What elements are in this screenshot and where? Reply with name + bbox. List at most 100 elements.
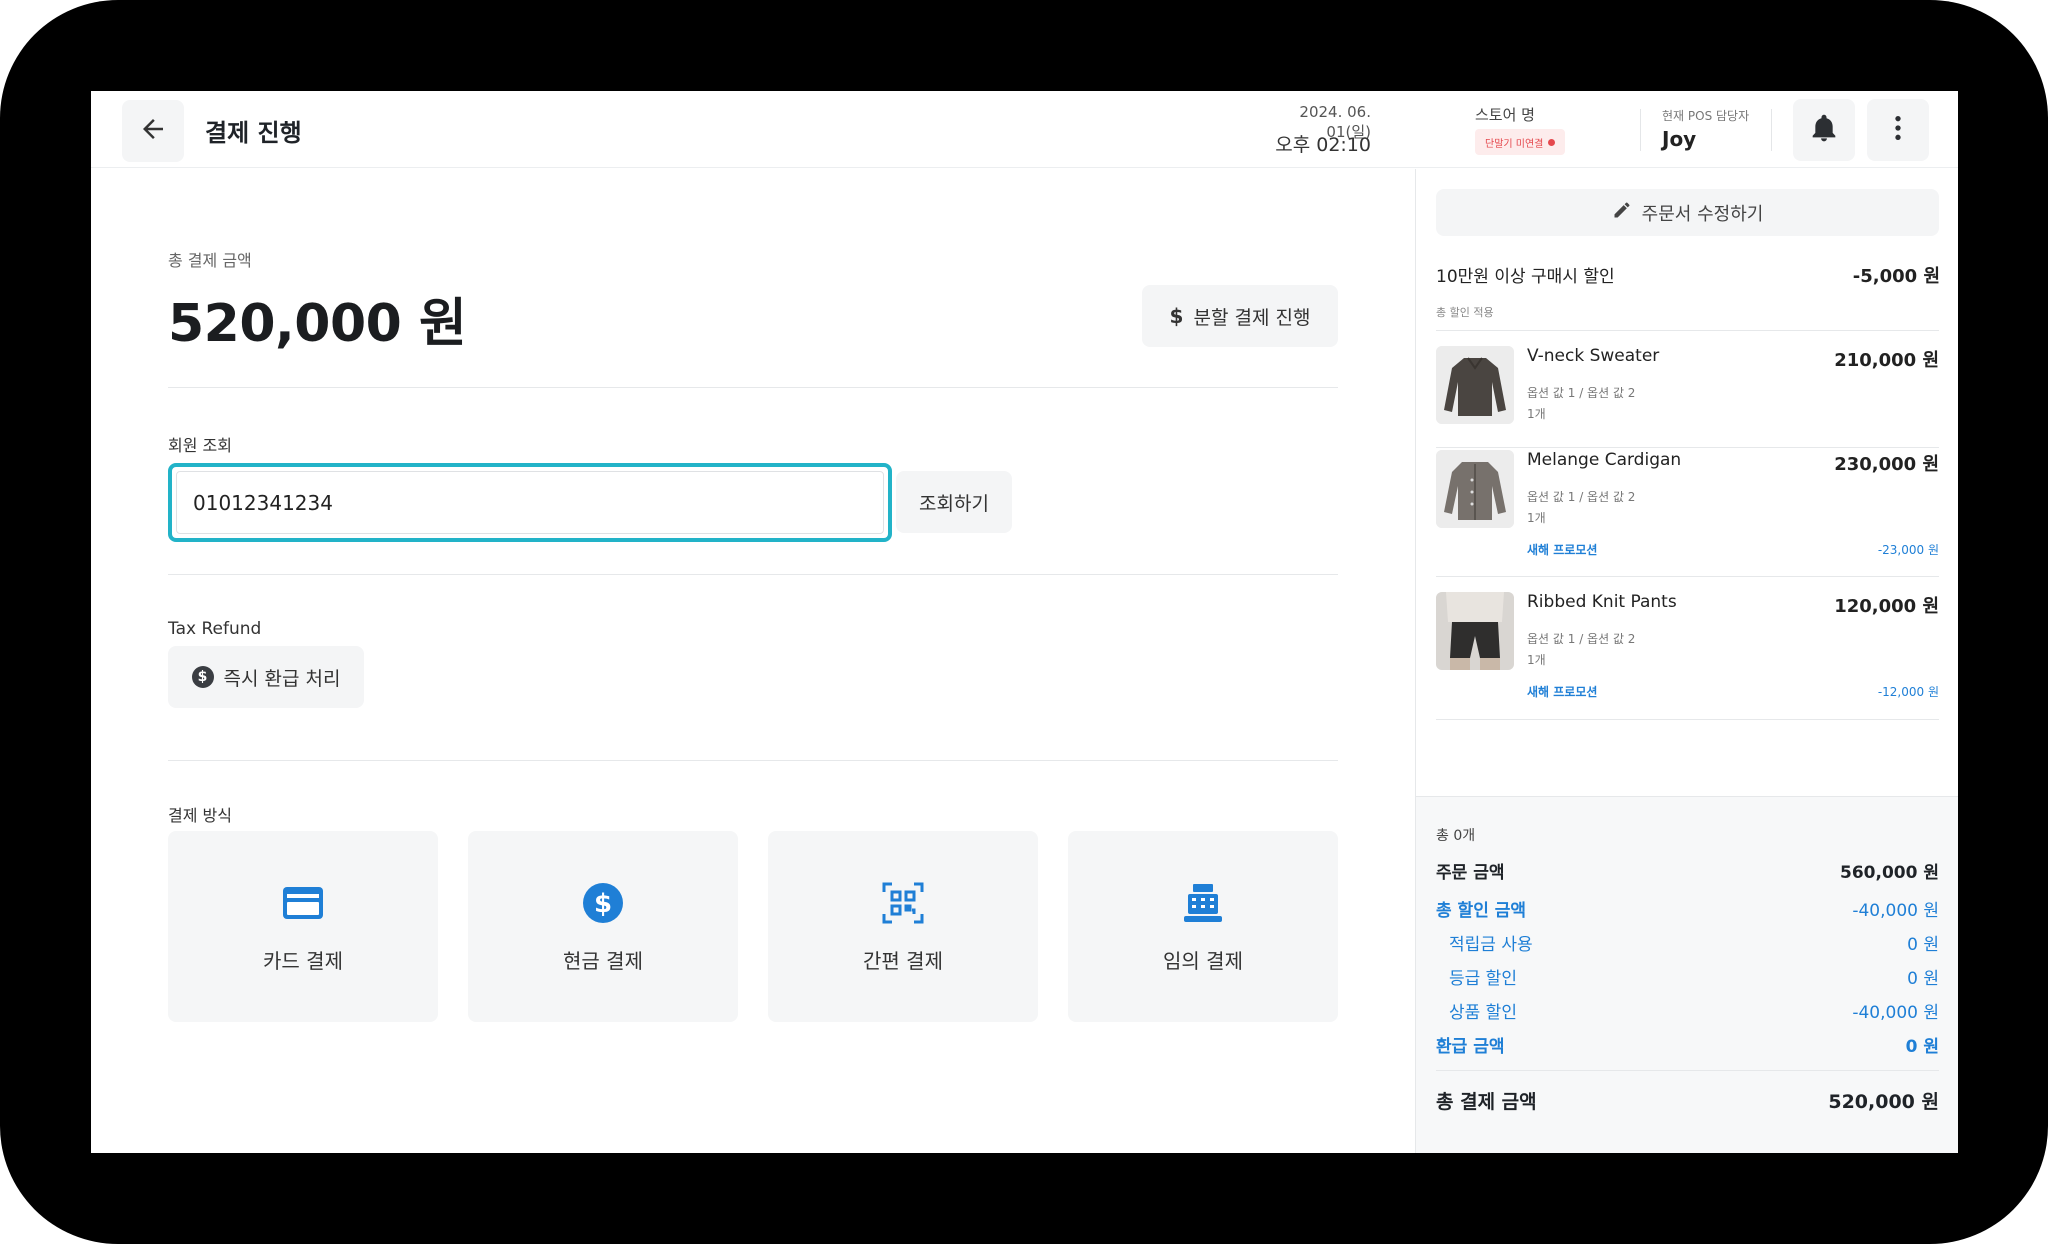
order-item[interactable]: Ribbed Knit Pants 120,000 원 옵션 값 1 / 옵션 … <box>1436 592 1939 700</box>
lookup-button[interactable]: 조회하기 <box>896 471 1012 533</box>
total-amount-label: 총 결제 금액 <box>168 251 252 270</box>
dollar-icon: $ <box>1169 304 1184 328</box>
terminal-status-badge: 단말기 미연결 <box>1475 129 1566 155</box>
points-value: 0 원 <box>1907 935 1939 955</box>
header-divider <box>1771 109 1772 151</box>
item-name: Ribbed Knit Pants <box>1527 592 1677 612</box>
order-item[interactable]: Melange Cardigan 230,000 원 옵션 값 1 / 옵션 값… <box>1436 450 1939 558</box>
card-payment-button[interactable]: 카드 결제 <box>168 831 438 1022</box>
divider <box>1436 576 1939 577</box>
product-thumbnail <box>1436 450 1514 528</box>
item-options: 옵션 값 1 / 옵션 값 2 <box>1527 386 1636 400</box>
easy-payment-label: 간편 결제 <box>863 949 943 973</box>
split-payment-label: 분할 결제 진행 <box>1193 306 1311 329</box>
card-payment-label: 카드 결제 <box>263 949 343 973</box>
divider <box>168 387 1338 388</box>
divider <box>1436 447 1939 448</box>
refund-amount-value: 0 원 <box>1905 1037 1939 1057</box>
item-count-text: 총 0개 <box>1436 828 1476 844</box>
pos-screen: 결제 진행 2024. 06. 01(일) 오후 02:10 스토어 명 단말기… <box>91 91 1958 1153</box>
item-promotion: 새해 프로모션 <box>1527 543 1598 557</box>
total-amount: 520,000 원 <box>168 294 467 354</box>
back-button[interactable] <box>122 100 184 162</box>
member-phone-input[interactable] <box>176 471 884 534</box>
item-price: 210,000 원 <box>1834 350 1939 371</box>
item-quantity: 1개 <box>1527 407 1546 421</box>
total-discount-label: 총 할인 금액 <box>1436 901 1527 921</box>
grade-discount-value: 0 원 <box>1907 969 1939 989</box>
tax-refund-label: Tax Refund <box>168 619 262 639</box>
item-name: Melange Cardigan <box>1527 450 1682 470</box>
cashier-label: 현재 POS 담당자 <box>1662 109 1750 123</box>
product-discount-value: -40,000 원 <box>1852 1003 1939 1023</box>
divider <box>168 574 1338 575</box>
divider <box>1436 330 1939 331</box>
divider <box>1436 719 1939 720</box>
item-price: 230,000 원 <box>1834 454 1939 475</box>
status-dot-icon <box>1548 138 1556 146</box>
terminal-status-text: 단말기 미연결 <box>1485 138 1544 150</box>
more-options-button[interactable] <box>1867 99 1929 161</box>
device-frame: 결제 진행 2024. 06. 01(일) 오후 02:10 스토어 명 단말기… <box>0 0 2048 1244</box>
order-amount-label: 주문 금액 <box>1436 863 1505 883</box>
discount-value: -5,000 원 <box>1852 266 1940 287</box>
notification-button[interactable] <box>1793 99 1855 161</box>
cash-payment-label: 현금 결제 <box>563 949 643 973</box>
member-lookup-label: 회원 조회 <box>168 436 232 455</box>
order-amount-value: 560,000 원 <box>1840 863 1939 883</box>
instant-refund-button[interactable]: $ 즉시 환급 처리 <box>168 646 364 708</box>
header-time: 오후 02:10 <box>1275 134 1371 156</box>
cashier-name: Joy <box>1662 127 1697 151</box>
page-title: 결제 진행 <box>205 119 302 147</box>
payment-main: 총 결제 금액 520,000 원 $ 분할 결제 진행 회원 조회 조회하기 … <box>91 169 1415 1153</box>
refund-amount-label: 환급 금액 <box>1436 1037 1505 1057</box>
cash-payment-button[interactable]: $ 현금 결제 <box>468 831 738 1022</box>
payment-method-label: 결제 방식 <box>168 806 232 825</box>
discount-title: 10만원 이상 구매시 할인 <box>1436 267 1615 287</box>
item-quantity: 1개 <box>1527 653 1546 667</box>
payment-summary: 총 0개 주문 금액 560,000 원 총 할인 금액 -40,000 원 적… <box>1416 796 1958 1153</box>
final-total-label: 총 결제 금액 <box>1436 1091 1537 1113</box>
product-discount-label: 상품 할인 <box>1449 1003 1517 1023</box>
top-bar: 결제 진행 2024. 06. 01(일) 오후 02:10 스토어 명 단말기… <box>91 91 1958 168</box>
pencil-icon <box>1612 200 1632 225</box>
bell-icon <box>1808 112 1840 148</box>
divider <box>168 760 1338 761</box>
header-divider <box>1640 109 1641 151</box>
split-payment-button[interactable]: $ 분할 결제 진행 <box>1142 285 1338 347</box>
qr-icon <box>768 881 1038 925</box>
svg-text:$: $ <box>594 889 612 919</box>
item-name: V-neck Sweater <box>1527 346 1660 366</box>
cash-register-icon <box>1068 881 1338 925</box>
item-options: 옵션 값 1 / 옵션 값 2 <box>1527 632 1636 646</box>
dollar-circle-icon: $ <box>468 881 738 925</box>
arrow-left-icon <box>138 114 168 148</box>
instant-refund-label: 즉시 환급 처리 <box>223 667 341 690</box>
edit-order-label: 주문서 수정하기 <box>1641 203 1764 225</box>
order-item[interactable]: V-neck Sweater 210,000 원 옵션 값 1 / 옵션 값 2… <box>1436 346 1939 432</box>
more-vertical-icon <box>1882 112 1914 148</box>
item-quantity: 1개 <box>1527 511 1546 525</box>
item-price: 120,000 원 <box>1834 596 1939 617</box>
order-summary-panel: 주문서 수정하기 10만원 이상 구매시 할인 -5,000 원 총 할인 적용… <box>1415 169 1958 1153</box>
edit-order-button[interactable]: 주문서 수정하기 <box>1436 189 1939 236</box>
card-icon <box>168 881 438 925</box>
item-promotion: 새해 프로모션 <box>1527 685 1598 699</box>
member-input-focus-ring <box>168 463 892 542</box>
product-thumbnail <box>1436 346 1514 424</box>
product-thumbnail <box>1436 592 1514 670</box>
dollar-circle-icon: $ <box>191 666 214 688</box>
divider <box>1436 1070 1939 1071</box>
custom-payment-label: 임의 결제 <box>1163 949 1243 973</box>
easy-payment-button[interactable]: 간편 결제 <box>768 831 1038 1022</box>
grade-discount-label: 등급 할인 <box>1449 969 1517 989</box>
total-discount-value: -40,000 원 <box>1852 901 1939 921</box>
final-total-value: 520,000 원 <box>1828 1091 1939 1113</box>
item-options: 옵션 값 1 / 옵션 값 2 <box>1527 490 1636 504</box>
store-name: 스토어 명 <box>1475 106 1535 124</box>
item-promotion-value: -12,000 원 <box>1877 685 1939 699</box>
item-promotion-value: -23,000 원 <box>1877 543 1939 557</box>
custom-payment-button[interactable]: 임의 결제 <box>1068 831 1338 1022</box>
points-label: 적립금 사용 <box>1449 935 1533 955</box>
discount-subtitle: 총 할인 적용 <box>1436 306 1494 319</box>
